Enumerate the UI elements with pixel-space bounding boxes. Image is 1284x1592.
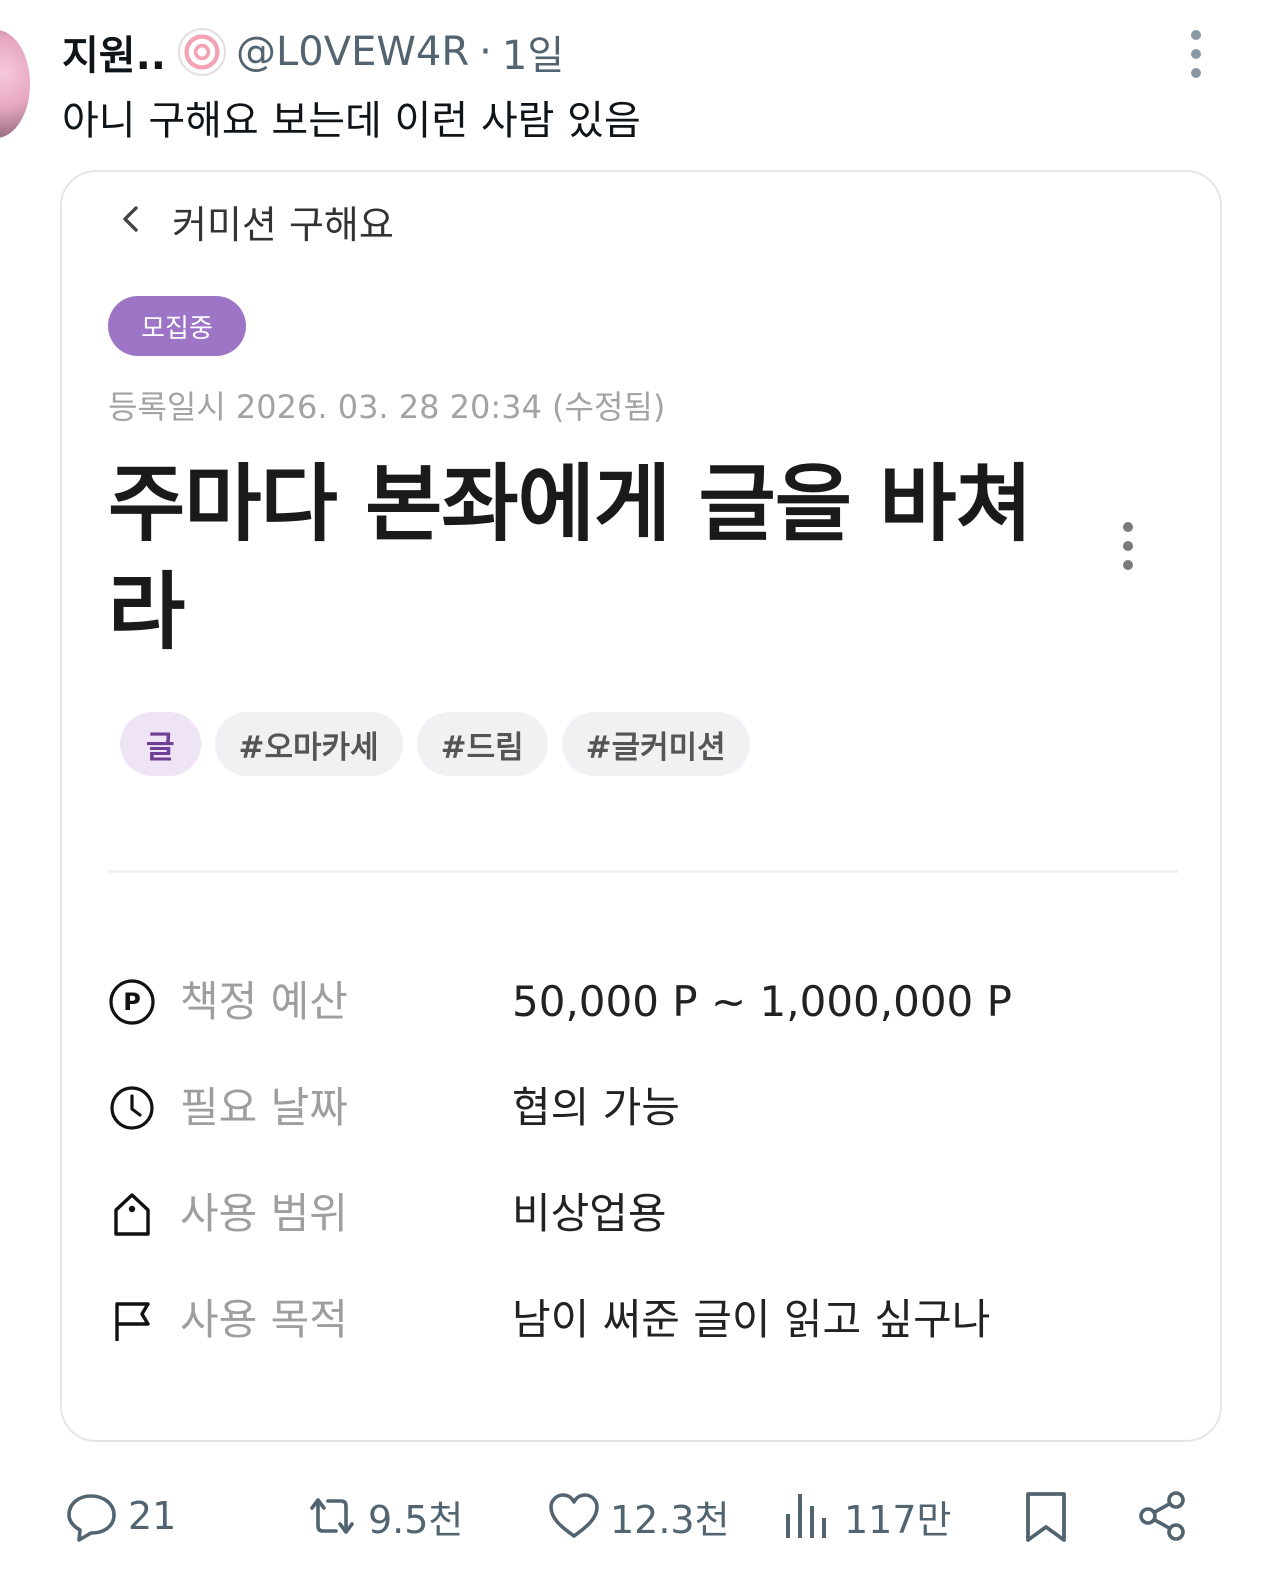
info-label: 책정 예산 [180, 977, 348, 1026]
clock-icon [110, 1086, 154, 1130]
tag-icon [114, 1193, 150, 1236]
bookmark-button[interactable] [1018, 1480, 1082, 1552]
views-button[interactable]: 117만 [780, 1480, 952, 1552]
view-count: 117만 [844, 1497, 952, 1542]
flag-icon [115, 1302, 150, 1341]
repost-count: 9.5천 [368, 1497, 464, 1542]
share-icon [1139, 1491, 1185, 1541]
share-button[interactable] [1134, 1480, 1198, 1552]
heart-icon [549, 1493, 599, 1538]
info-label: 사용 범위 [180, 1189, 348, 1238]
hashtag-chip: #글커미션 [561, 712, 750, 776]
tag-list: 글 #오마카세 #드림 #글커미션 [120, 712, 750, 776]
post-date: 등록일시 2026. 03. 28 20:34 (수정됨) [108, 388, 666, 426]
separator-dot: · [479, 29, 492, 75]
status-badge: 모집중 [108, 296, 246, 356]
display-name[interactable]: 지원.. [62, 23, 166, 81]
svg-text:P: P [123, 988, 141, 1016]
reply-count: 21 [128, 1494, 177, 1538]
nav-title: 커미션 구해요 [172, 203, 394, 247]
avatar[interactable] [0, 30, 30, 138]
back-chevron-icon [123, 206, 138, 232]
tweet-actions: 21 9.5천 12.3천 117만 [0, 1480, 1284, 1552]
reply-bubble-icon [67, 1494, 116, 1542]
like-count: 12.3천 [610, 1497, 730, 1542]
post-title: 주마다 본좌에게 글을 바쳐라 [108, 455, 1033, 661]
repost-button[interactable]: 9.5천 [304, 1480, 463, 1552]
more-options-icon[interactable] [1182, 30, 1210, 78]
tweet-text: 아니 구해요 보는데 이런 사람 있음 [62, 98, 641, 144]
info-row-usage-purpose: 사용 목적 남이 써준 글이 읽고 싶구나 [108, 1290, 1188, 1350]
attached-screenshot-card[interactable]: 커미션 구해요 모집중 등록일시 2026. 03. 28 20:34 (수정됨… [60, 170, 1222, 1442]
info-label: 필요 날짜 [180, 1083, 348, 1132]
user-handle[interactable]: @L0VEW4R [236, 29, 469, 75]
post-time[interactable]: 1일 [502, 23, 564, 81]
hashtag-chip: #오마카세 [214, 712, 403, 776]
divider [108, 870, 1178, 873]
repost-icon [310, 1498, 354, 1534]
post-more-icon [1118, 522, 1138, 570]
info-value: 50,000 P ~ 1,000,000 P [512, 977, 1012, 1026]
info-value: 협의 가능 [512, 1083, 680, 1132]
info-value: 남이 써준 글이 읽고 싶구나 [512, 1295, 991, 1344]
naruto-fishcake-emoji-icon [178, 28, 226, 76]
info-label: 사용 목적 [180, 1295, 348, 1344]
info-row-budget: P 책정 예산 50,000 P ~ 1,000,000 P [108, 972, 1188, 1032]
analytics-bars-icon [786, 1494, 826, 1538]
info-row-date: 필요 날짜 협의 가능 [108, 1078, 1188, 1138]
hashtag-chip: #드림 [416, 712, 548, 776]
reply-button[interactable]: 21 [64, 1480, 176, 1552]
like-button[interactable]: 12.3천 [546, 1480, 730, 1552]
info-value: 비상업용 [512, 1189, 667, 1238]
category-tag: 글 [120, 712, 201, 776]
bookmark-icon [1026, 1492, 1066, 1542]
tweet-header: 지원.. @L0VEW4R · 1일 [62, 24, 564, 80]
point-icon: P [109, 979, 155, 1025]
info-row-usage-scope: 사용 범위 비상업용 [108, 1184, 1188, 1244]
